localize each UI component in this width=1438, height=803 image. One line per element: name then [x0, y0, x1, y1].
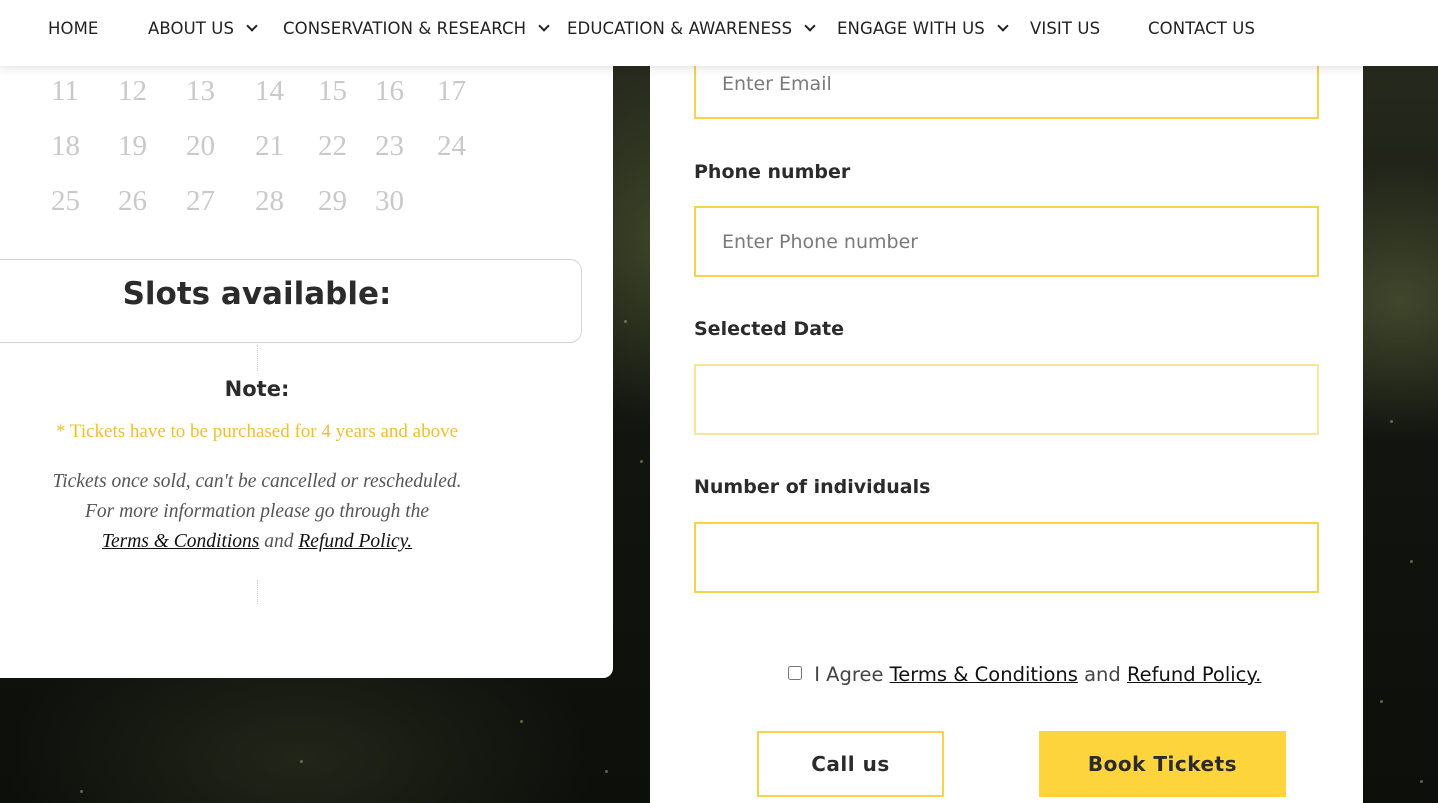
age-rule-note: * Tickets have to be purchased for 4 yea… [55, 421, 459, 442]
chevron-down-icon[interactable] [538, 20, 550, 32]
slots-title: Slots available: [122, 276, 392, 312]
nav-item-label: ENGAGE WITH US [837, 19, 985, 38]
selected-date-field[interactable] [694, 364, 1319, 435]
calendar-day[interactable]: 16 [375, 75, 404, 108]
refund-policy-link[interactable]: Refund Policy. [298, 531, 412, 552]
chevron-down-icon[interactable] [997, 20, 1009, 32]
calendar-day[interactable]: 26 [118, 185, 147, 218]
calendar-day[interactable]: 13 [186, 75, 215, 108]
calendar-day[interactable]: 15 [318, 75, 347, 108]
agree-checkbox[interactable] [788, 666, 802, 680]
calendar-day[interactable]: 29 [318, 185, 347, 218]
calendar-day[interactable]: 17 [437, 75, 466, 108]
top-navigation: HOME ABOUT US CONSERVATION & RESEARCH ED… [0, 0, 1438, 66]
nav-item-engage-with-us[interactable]: ENGAGE WITH US [837, 19, 1009, 38]
calendar-day[interactable]: 20 [186, 130, 215, 163]
more-info-note: For more information please go through t… [84, 501, 430, 522]
nav-item-home[interactable]: HOME [48, 19, 98, 38]
calendar-day[interactable]: 22 [318, 130, 347, 163]
nav-item-label: HOME [48, 19, 99, 38]
and-text: and [1084, 663, 1121, 686]
note-title: Note: [224, 377, 290, 401]
calendar-day[interactable]: 24 [437, 130, 466, 163]
nav-item-visit-us[interactable]: VISIT US [1030, 19, 1100, 38]
divider [257, 580, 258, 604]
and-text: and [264, 531, 294, 552]
calendar-day[interactable]: 25 [51, 185, 80, 218]
book-tickets-button[interactable]: Book Tickets [1039, 731, 1286, 797]
calendar-day[interactable]: 23 [375, 130, 404, 163]
divider [257, 345, 258, 371]
calendar-day[interactable]: 21 [255, 130, 284, 163]
calendar-day[interactable]: 19 [118, 130, 147, 163]
calendar-day[interactable]: 30 [375, 185, 404, 218]
policy-links: Terms & Conditions and Refund Policy. [0, 531, 514, 553]
cancellation-note: Tickets once sold, can't be cancelled or… [52, 471, 462, 492]
calendar-day[interactable]: 27 [186, 185, 215, 218]
phone-field[interactable] [694, 206, 1319, 277]
nav-item-label: EDUCATION & AWARENESS [567, 19, 793, 38]
chevron-down-icon[interactable] [804, 20, 816, 32]
agree-terms-row: I Agree Terms & Conditions and Refund Po… [788, 663, 1261, 686]
calendar-day[interactable]: 12 [118, 75, 147, 108]
booking-calendar-card: 11 12 13 14 15 16 17 18 19 20 21 22 23 2… [0, 40, 613, 678]
calendar-day[interactable]: 28 [255, 185, 284, 218]
nav-item-contact-us[interactable]: CONTACT US [1148, 19, 1255, 38]
selected-date-label: Selected Date [694, 318, 844, 340]
nav-item-about-us[interactable]: ABOUT US [148, 19, 258, 38]
terms-conditions-link[interactable]: Terms & Conditions [890, 663, 1078, 686]
nav-item-education-awareness[interactable]: EDUCATION & AWARENESS [567, 19, 816, 38]
chevron-down-icon[interactable] [246, 20, 258, 32]
nav-item-label: VISIT US [1030, 19, 1101, 38]
individuals-label: Number of individuals [694, 476, 931, 498]
calendar-day[interactable]: 14 [255, 75, 284, 108]
call-us-button[interactable]: Call us [757, 731, 944, 797]
nav-item-label: CONSERVATION & RESEARCH [283, 19, 527, 38]
calendar-day[interactable]: 18 [51, 130, 80, 163]
nav-item-label: CONTACT US [1148, 19, 1256, 38]
booking-form: Phone number Selected Date Number of ind… [650, 0, 1363, 803]
nav-item-conservation-research[interactable]: CONSERVATION & RESEARCH [283, 19, 550, 38]
calendar-day[interactable]: 11 [51, 75, 79, 108]
refund-policy-link[interactable]: Refund Policy. [1127, 663, 1261, 686]
nav-item-label: ABOUT US [148, 19, 235, 38]
terms-conditions-link[interactable]: Terms & Conditions [102, 531, 260, 552]
individuals-field[interactable] [694, 522, 1319, 593]
phone-label: Phone number [694, 161, 851, 183]
agree-prefix: I Agree [814, 663, 884, 686]
